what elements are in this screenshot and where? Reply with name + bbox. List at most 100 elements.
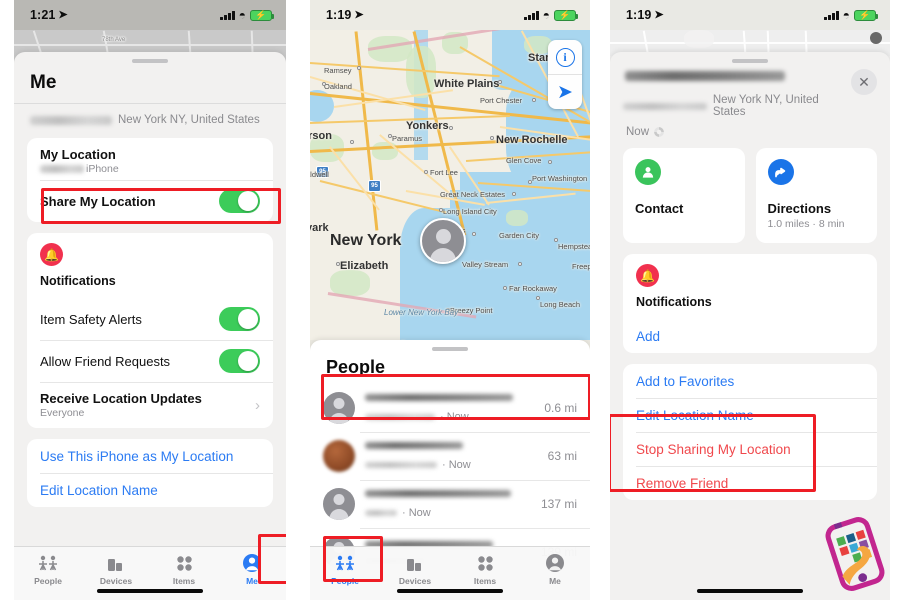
location-arrow-icon: ➤ [58,8,68,21]
panel-people-map: 1:19 ➤ ◓ ⚡ 95 95 Ramsey Oakland White Pl… [300,0,600,600]
list-item[interactable]: · Now 0.6 mi [310,384,590,432]
my-location-subtitle: iPhone [86,163,119,175]
redacted-device-name [40,165,84,173]
avatar [323,488,355,520]
person-distance: 63 mi [547,449,577,463]
map-label: Garden City [499,231,540,240]
close-icon[interactable]: ✕ [851,69,877,95]
contact-card[interactable]: Contact [623,148,745,243]
allow-friend-requests-toggle[interactable] [219,349,260,373]
people-title: People [326,357,386,377]
tab-people-2[interactable]: People [310,552,380,586]
map-info-button[interactable]: i [548,40,582,74]
share-my-location-label: Share My Location [40,193,156,209]
tab-devices-2[interactable]: Devices [380,552,450,586]
map-label: Hempstead [558,242,590,251]
tab-devices-1[interactable]: Devices [82,552,150,586]
tab-devices-label-1: Devices [99,576,133,586]
person-text: · Now [365,393,534,423]
bell-icon: 🔔 [636,264,659,287]
map-label: Valley Stream [462,260,509,269]
location-arrow-icon: ➤ [354,8,364,21]
my-location-pin[interactable] [420,218,466,264]
tab-me-1[interactable]: Me [218,552,286,586]
status-bar-1: 1:21 ➤ ◓ ⚡ [14,0,286,30]
devices-icon [106,552,126,574]
chevron-right-icon: › [255,396,260,414]
redacted-friend-sub [623,102,707,110]
map-label: Port Washington [532,174,588,183]
cellular-signal-icon [220,10,235,20]
panel-me-settings: 1:21 ➤ ◓ ⚡ 78th Ave Me New York NY, Unit… [0,0,300,600]
receive-location-updates-value: Everyone [40,407,85,419]
map-locate-button[interactable]: ➤ [548,75,582,109]
map-label: Oakland [324,82,352,91]
status-time-2: 1:19 [326,8,352,22]
contact-icon [635,159,661,185]
items-icon [176,552,193,574]
use-this-iphone-row[interactable]: Use This iPhone as My Location [27,439,273,473]
status-right-1: ◓ ⚡ [220,8,274,22]
map-label: erson [310,130,332,142]
location-arrow-icon: ➤ [654,8,664,21]
person-distance: 137 mi [540,497,577,511]
person-time: · Now [440,411,469,423]
home-indicator-1 [97,588,203,593]
map-label-city: New York [330,232,402,249]
links-card-3: Add to Favorites Edit Location Name Stop… [623,364,877,500]
add-notification-row[interactable]: Add [623,319,877,353]
edit-location-name-row-3[interactable]: Edit Location Name [623,398,877,432]
remove-friend-row[interactable]: Remove Friend [623,466,877,500]
redacted-person-name [365,394,513,401]
redacted-person-location [365,414,435,420]
status-left-3: 1:19 ➤ [626,8,664,22]
notifications-header-3: Notifications [636,295,712,309]
item-safety-alerts-row[interactable]: Item Safety Alerts [27,298,273,340]
share-my-location-row[interactable]: Share My Location [27,180,273,222]
tab-items-1[interactable]: Items [150,552,218,586]
list-item[interactable]: · Now 137 mi [310,480,590,528]
item-safety-alerts-label: Item Safety Alerts [40,311,142,327]
panel-friend-detail: 1:19 ➤ ◓ ⚡ New York NY, United States ✕ … [600,0,900,600]
status-time: 1:21 [30,8,56,22]
item-safety-alerts-toggle[interactable] [219,307,260,331]
navigation-arrow-icon: ➤ [557,81,573,103]
map-label: Great Neck Estates [440,190,506,199]
edit-location-name-row-1[interactable]: Edit Location Name [27,473,273,507]
bell-icon: 🔔 [40,243,63,266]
share-my-location-toggle[interactable] [219,189,260,213]
allow-friend-requests-label: Allow Friend Requests [40,353,171,369]
wifi-icon: ◓ [238,8,246,22]
redacted-person-name [365,442,463,449]
avatar [323,440,355,472]
status-right-3: ◓ ⚡ [824,9,878,21]
me-icon [545,552,565,574]
map-label: Yonkers [406,120,449,132]
action-cards: Contact Directions 1.0 miles · 8 min [610,148,890,254]
stop-sharing-my-location-row[interactable]: Stop Sharing My Location [623,432,877,466]
contact-title: Contact [635,201,684,216]
tab-people-label-1: People [34,576,62,586]
my-location-row[interactable]: My Location iPhone [27,138,273,180]
battery-icon: ⚡ [854,9,878,21]
tab-me-2[interactable]: Me [520,552,590,586]
avatar [323,392,355,424]
allow-friend-requests-row[interactable]: Allow Friend Requests [27,340,273,382]
map-controls: i ➤ [548,40,582,109]
map-label: Glen Cove [506,156,542,165]
directions-card[interactable]: Directions 1.0 miles · 8 min [755,148,877,243]
map-label: Long Island City [443,207,497,216]
add-to-favorites-row[interactable]: Add to Favorites [623,364,877,398]
tab-people-1[interactable]: People [14,552,82,586]
redacted-name [30,115,112,125]
tab-people-label-2: People [331,576,359,586]
tab-items-2[interactable]: Items [450,552,520,586]
wifi-icon: ◓ [542,8,550,22]
directions-sub: 1.0 miles · 8 min [767,218,845,230]
tab-devices-label-2: Devices [398,576,432,586]
map-view[interactable]: 95 95 Ramsey Oakland White Plains Stamfo… [310,30,590,340]
map-label: Paramus [392,134,423,143]
list-item[interactable]: · Now 63 mi [310,432,590,480]
info-icon: i [555,47,575,67]
receive-location-updates-row[interactable]: Receive Location Updates Everyone › [27,382,273,428]
